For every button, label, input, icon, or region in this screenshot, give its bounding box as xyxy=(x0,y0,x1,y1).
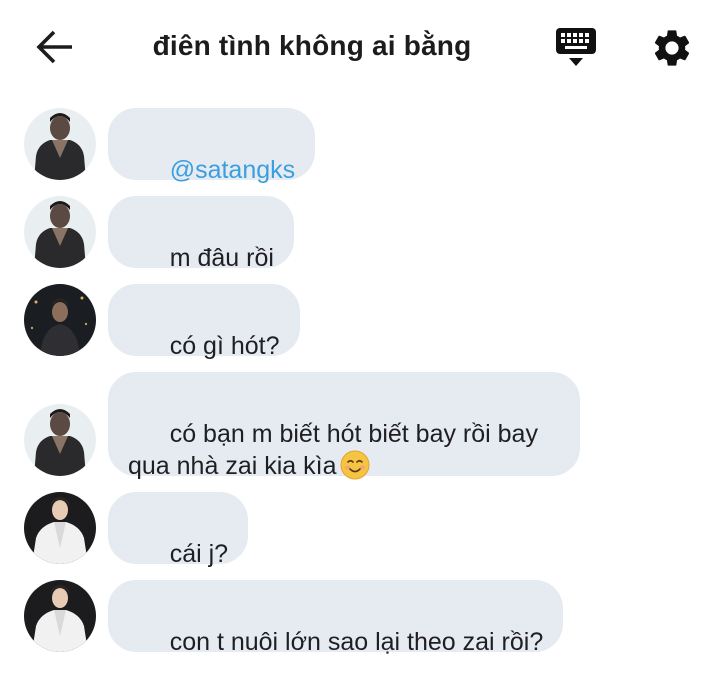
avatar[interactable] xyxy=(24,196,96,268)
avatar[interactable] xyxy=(24,492,96,564)
message-text: có bạn m biết hót biết bay rồi bay qua n… xyxy=(128,420,538,480)
avatar-white-suit-image xyxy=(24,492,96,564)
message-bubble[interactable]: cái j? xyxy=(108,492,249,568)
avatar-white-suit-image xyxy=(24,580,96,652)
smiling-face-emoji-icon xyxy=(340,450,370,480)
avatar-shirtless-dark-image xyxy=(24,196,96,268)
message-bubble[interactable]: m đâu rồi xyxy=(108,196,294,272)
message-text: cái j? xyxy=(169,540,229,568)
message-bubble[interactable]: có bạn m biết hót biết bay rồi bay qua n… xyxy=(108,372,580,480)
message-bubble[interactable]: con t nuôi lớn sao lại theo zai rồi? xyxy=(108,580,564,656)
message-text: có gì hót? xyxy=(169,332,280,360)
message-list: @satangks m đâu rồi có gì hót? có bạn m … xyxy=(0,0,720,679)
avatar-shirtless-dark-image xyxy=(24,108,96,180)
message-text: @satangks xyxy=(169,156,296,184)
message-bubble[interactable]: có gì hót? xyxy=(108,284,300,360)
avatar[interactable] xyxy=(24,108,96,180)
avatar[interactable] xyxy=(24,284,96,356)
avatar[interactable] xyxy=(24,404,96,476)
avatar-night-city-image xyxy=(24,284,96,356)
message-text: m đâu rồi xyxy=(169,244,274,272)
message-bubble[interactable]: @satangks xyxy=(108,108,316,184)
avatar[interactable] xyxy=(24,580,96,652)
avatar-shirtless-dark-image xyxy=(24,404,96,476)
message-text: con t nuôi lớn sao lại theo zai rồi? xyxy=(169,628,544,656)
